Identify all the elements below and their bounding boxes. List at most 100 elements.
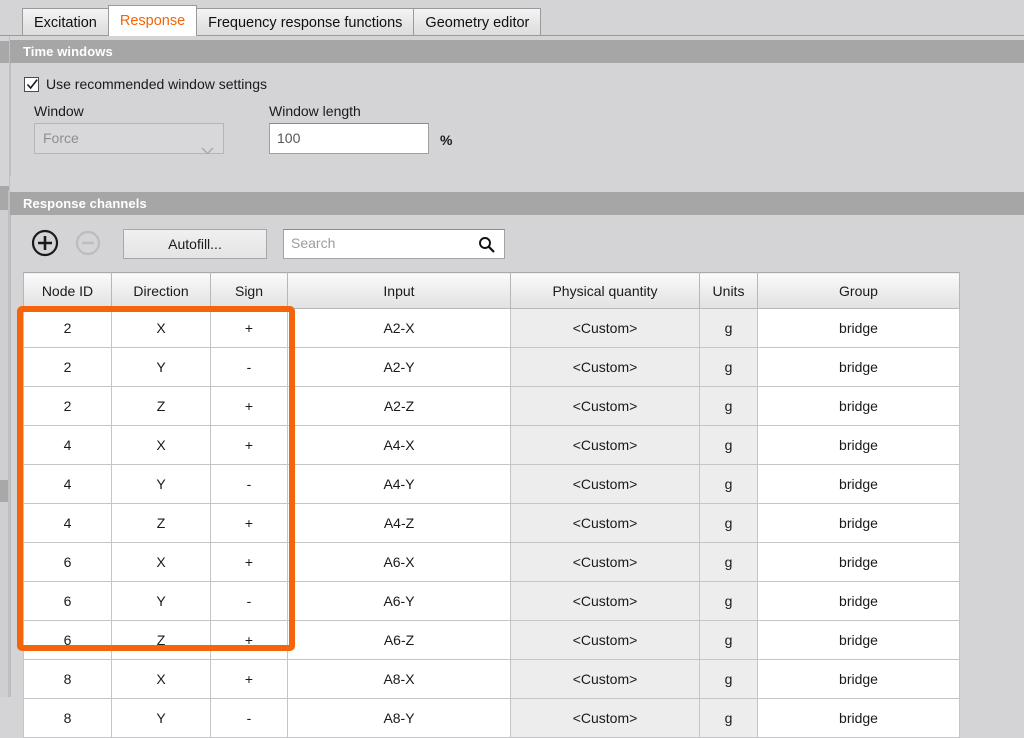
cell-input[interactable]: A2-Y: [287, 347, 511, 387]
cell-sign[interactable]: +: [210, 308, 288, 348]
cell-units[interactable]: g: [699, 581, 758, 621]
search-input[interactable]: Search: [283, 229, 505, 259]
cell-input[interactable]: A6-Y: [287, 581, 511, 621]
cell-node-id[interactable]: 6: [23, 542, 112, 582]
cell-physical-quantity[interactable]: <Custom>: [510, 425, 700, 465]
cell-units[interactable]: g: [699, 386, 758, 426]
cell-physical-quantity[interactable]: <Custom>: [510, 581, 700, 621]
cell-direction[interactable]: Y: [111, 581, 211, 621]
window-length-input[interactable]: 100: [269, 123, 429, 154]
cell-node-id[interactable]: 2: [23, 308, 112, 348]
tab-frequency-response-functions[interactable]: Frequency response functions: [196, 8, 415, 36]
table-row[interactable]: 8 Y - A8-Y <Custom> g bridge: [23, 698, 960, 738]
cell-input[interactable]: A6-Z: [287, 620, 511, 660]
column-header-physical-quantity[interactable]: Physical quantity: [510, 272, 700, 309]
cell-group[interactable]: bridge: [757, 581, 960, 621]
cell-direction[interactable]: Y: [111, 698, 211, 738]
cell-units[interactable]: g: [699, 464, 758, 504]
column-header-node-id[interactable]: Node ID: [23, 272, 112, 309]
table-row[interactable]: 4 Y - A4-Y <Custom> g bridge: [23, 464, 960, 504]
cell-group[interactable]: bridge: [757, 386, 960, 426]
column-header-input[interactable]: Input: [287, 272, 511, 309]
cell-input[interactable]: A8-X: [287, 659, 511, 699]
cell-units[interactable]: g: [699, 698, 758, 738]
use-recommended-window-settings-row[interactable]: Use recommended window settings: [24, 74, 267, 94]
cell-group[interactable]: bridge: [757, 698, 960, 738]
table-row[interactable]: 4 X + A4-X <Custom> g bridge: [23, 425, 960, 465]
cell-physical-quantity[interactable]: <Custom>: [510, 659, 700, 699]
cell-sign[interactable]: -: [210, 581, 288, 621]
cell-group[interactable]: bridge: [757, 503, 960, 543]
cell-group[interactable]: bridge: [757, 542, 960, 582]
tab-excitation[interactable]: Excitation: [22, 8, 109, 36]
cell-sign[interactable]: -: [210, 698, 288, 738]
cell-direction[interactable]: X: [111, 659, 211, 699]
cell-sign[interactable]: +: [210, 386, 288, 426]
cell-node-id[interactable]: 8: [23, 659, 112, 699]
table-row[interactable]: 6 Y - A6-Y <Custom> g bridge: [23, 581, 960, 621]
cell-group[interactable]: bridge: [757, 659, 960, 699]
cell-units[interactable]: g: [699, 620, 758, 660]
cell-group[interactable]: bridge: [757, 620, 960, 660]
cell-direction[interactable]: Z: [111, 386, 211, 426]
cell-node-id[interactable]: 6: [23, 581, 112, 621]
cell-direction[interactable]: Z: [111, 620, 211, 660]
cell-input[interactable]: A4-Z: [287, 503, 511, 543]
window-type-dropdown[interactable]: Force: [34, 123, 224, 155]
cell-node-id[interactable]: 6: [23, 620, 112, 660]
column-header-sign[interactable]: Sign: [210, 272, 288, 309]
cell-group[interactable]: bridge: [757, 347, 960, 387]
autofill-button[interactable]: Autofill...: [123, 229, 267, 259]
cell-sign[interactable]: +: [210, 425, 288, 465]
cell-input[interactable]: A4-Y: [287, 464, 511, 504]
cell-direction[interactable]: Y: [111, 464, 211, 504]
table-row[interactable]: 6 Z + A6-Z <Custom> g bridge: [23, 620, 960, 660]
add-channel-button[interactable]: [31, 229, 59, 257]
cell-sign[interactable]: +: [210, 659, 288, 699]
cell-input[interactable]: A8-Y: [287, 698, 511, 738]
column-header-direction[interactable]: Direction: [111, 272, 211, 309]
scrollbar-thumb-upper[interactable]: [0, 190, 8, 210]
cell-group[interactable]: bridge: [757, 308, 960, 348]
table-row[interactable]: 6 X + A6-X <Custom> g bridge: [23, 542, 960, 582]
table-row[interactable]: 4 Z + A4-Z <Custom> g bridge: [23, 503, 960, 543]
cell-sign[interactable]: -: [210, 347, 288, 387]
cell-direction[interactable]: X: [111, 308, 211, 348]
cell-direction[interactable]: Z: [111, 503, 211, 543]
column-header-units[interactable]: Units: [699, 272, 758, 309]
cell-direction[interactable]: X: [111, 425, 211, 465]
tab-response[interactable]: Response: [107, 5, 198, 36]
checkbox-use-recommended[interactable]: [24, 76, 39, 92]
cell-sign[interactable]: +: [210, 620, 288, 660]
cell-sign[interactable]: +: [210, 503, 288, 543]
cell-physical-quantity[interactable]: <Custom>: [510, 542, 700, 582]
cell-sign[interactable]: +: [210, 542, 288, 582]
column-header-group[interactable]: Group: [757, 272, 960, 309]
cell-direction[interactable]: Y: [111, 347, 211, 387]
cell-physical-quantity[interactable]: <Custom>: [510, 503, 700, 543]
cell-node-id[interactable]: 2: [23, 347, 112, 387]
cell-units[interactable]: g: [699, 308, 758, 348]
left-vertical-scrollbar[interactable]: [0, 190, 8, 697]
table-row[interactable]: 8 X + A8-X <Custom> g bridge: [23, 659, 960, 699]
cell-physical-quantity[interactable]: <Custom>: [510, 347, 700, 387]
search-icon[interactable]: [478, 236, 495, 256]
cell-group[interactable]: bridge: [757, 425, 960, 465]
cell-node-id[interactable]: 4: [23, 503, 112, 543]
cell-direction[interactable]: X: [111, 542, 211, 582]
cell-sign[interactable]: -: [210, 464, 288, 504]
cell-units[interactable]: g: [699, 659, 758, 699]
table-row[interactable]: 2 Y - A2-Y <Custom> g bridge: [23, 347, 960, 387]
cell-input[interactable]: A6-X: [287, 542, 511, 582]
cell-node-id[interactable]: 8: [23, 698, 112, 738]
cell-physical-quantity[interactable]: <Custom>: [510, 386, 700, 426]
cell-units[interactable]: g: [699, 425, 758, 465]
cell-input[interactable]: A2-Z: [287, 386, 511, 426]
cell-physical-quantity[interactable]: <Custom>: [510, 308, 700, 348]
cell-node-id[interactable]: 4: [23, 464, 112, 504]
cell-physical-quantity[interactable]: <Custom>: [510, 464, 700, 504]
scrollbar-thumb-lower[interactable]: [0, 480, 8, 502]
table-row[interactable]: 2 Z + A2-Z <Custom> g bridge: [23, 386, 960, 426]
cell-units[interactable]: g: [699, 503, 758, 543]
cell-node-id[interactable]: 4: [23, 425, 112, 465]
